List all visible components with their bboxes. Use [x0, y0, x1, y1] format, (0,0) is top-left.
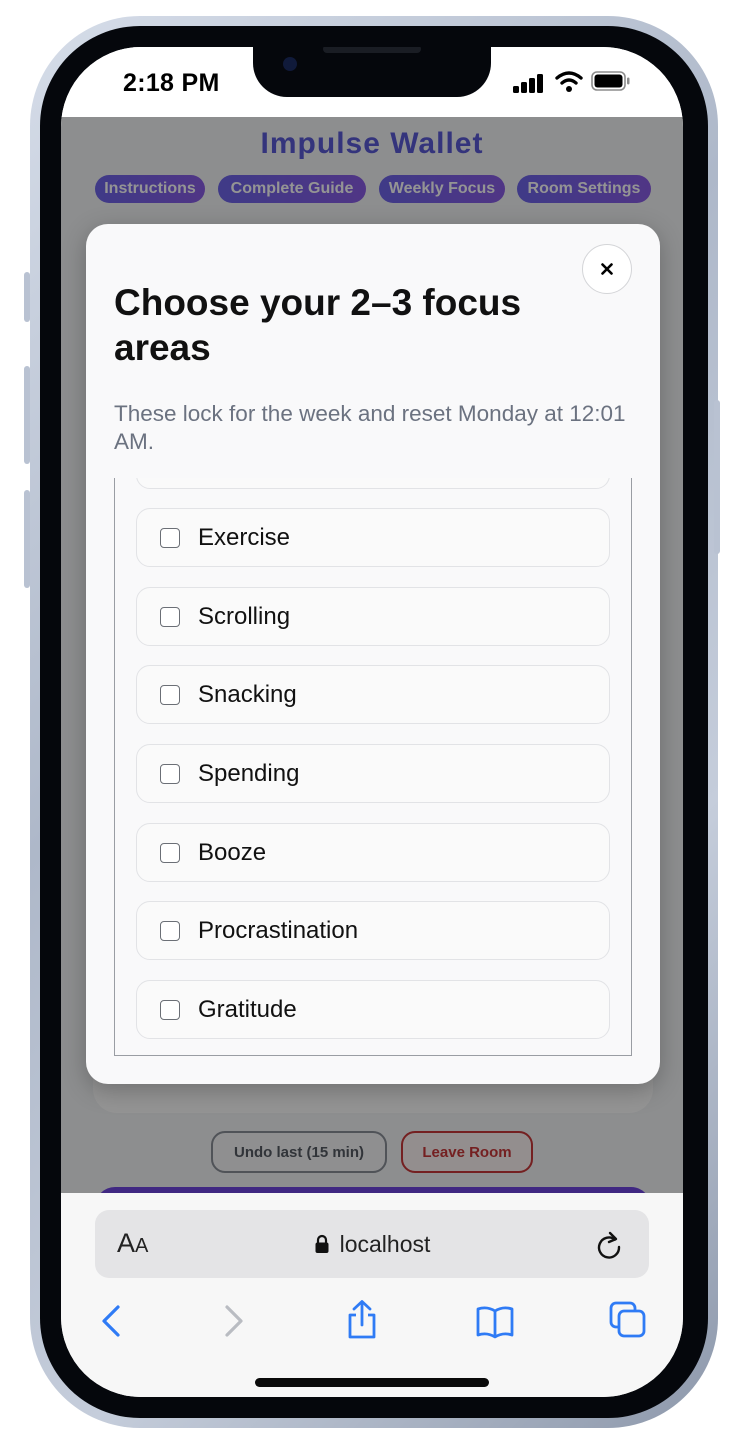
option-label: Procrastination	[198, 917, 359, 944]
wifi-icon	[555, 71, 583, 92]
app-page: Impulse Wallet Instructions Complete Gui…	[61, 117, 683, 1193]
option-procrastination[interactable]: Procrastination	[136, 901, 610, 960]
front-camera	[283, 57, 297, 71]
battery-icon	[591, 71, 630, 91]
volume-up-button	[24, 366, 30, 464]
notch-speaker	[323, 47, 421, 53]
option-label: Scrolling	[198, 603, 291, 630]
lock-icon	[315, 1234, 329, 1253]
back-icon[interactable]	[99, 1301, 123, 1341]
reload-icon[interactable]	[595, 1230, 623, 1260]
close-button[interactable]	[582, 244, 632, 294]
status-time: 2:18 PM	[123, 69, 220, 97]
url-text: localhost	[339, 1230, 431, 1257]
share-icon[interactable]	[345, 1297, 379, 1341]
focus-areas-modal: Choose your 2–3 focus areas These lock f…	[86, 224, 660, 1084]
checkbox[interactable]	[160, 528, 180, 548]
checkbox[interactable]	[160, 685, 180, 705]
option-booze[interactable]: Booze	[136, 823, 610, 882]
bookmarks-icon[interactable]	[475, 1305, 515, 1339]
option-label: Snacking	[198, 681, 297, 708]
checkbox[interactable]	[160, 921, 180, 941]
option-snacking[interactable]: Snacking	[136, 665, 610, 724]
url-display[interactable]: localhost	[95, 1210, 649, 1278]
option-item-partial[interactable]	[136, 478, 610, 489]
home-indicator[interactable]	[255, 1378, 489, 1387]
status-bar: 2:18 PM	[61, 47, 683, 117]
volume-down-button	[24, 490, 30, 588]
option-exercise[interactable]: Exercise	[136, 508, 610, 567]
checkbox[interactable]	[160, 843, 180, 863]
power-button	[714, 400, 720, 554]
cellular-signal-icon	[513, 73, 547, 93]
checkbox[interactable]	[160, 764, 180, 784]
option-label: Gratitude	[198, 996, 297, 1023]
checkbox[interactable]	[160, 1000, 180, 1020]
option-scrolling[interactable]: Scrolling	[136, 587, 610, 646]
modal-title: Choose your 2–3 focus areas	[114, 282, 522, 368]
focus-options-list[interactable]: Exercise Scrolling Snacking Spending Boo…	[114, 478, 632, 1056]
browser-toolbar: AA localhost	[61, 1193, 683, 1397]
checkbox[interactable]	[160, 607, 180, 627]
option-label: Spending	[198, 760, 300, 787]
option-label: Exercise	[198, 524, 291, 551]
forward-icon[interactable]	[222, 1301, 246, 1341]
close-icon	[601, 263, 613, 275]
option-gratitude[interactable]: Gratitude	[136, 980, 610, 1039]
screen: 2:18 PM Impulse Wallet Instructions Comp…	[61, 47, 683, 1397]
option-label: Booze	[198, 839, 267, 866]
address-bar[interactable]: AA localhost	[95, 1210, 649, 1278]
modal-subtitle: These lock for the week and reset Monday…	[114, 401, 626, 454]
notch	[253, 47, 491, 97]
option-spending[interactable]: Spending	[136, 744, 610, 803]
tabs-icon[interactable]	[609, 1301, 647, 1339]
silent-switch	[24, 272, 30, 322]
